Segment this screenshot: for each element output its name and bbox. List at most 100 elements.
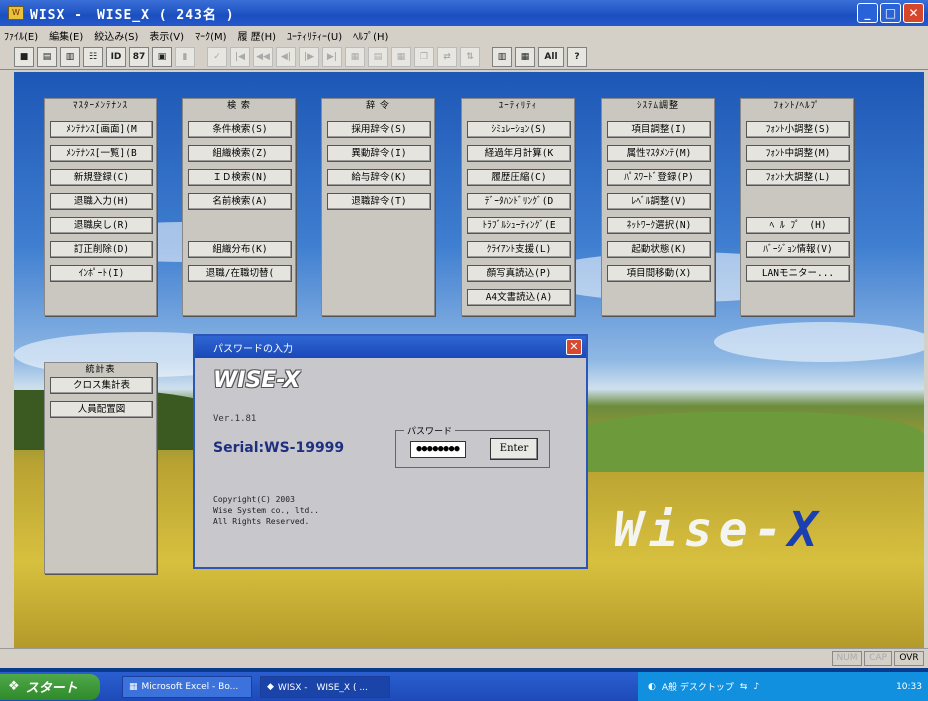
save-icon[interactable]: ▣ [152, 46, 172, 67]
import-button[interactable]: ｲﾝﾎﾟｰﾄ(I) [50, 265, 153, 282]
font-medium-button[interactable]: ﾌｫﾝﾄ中調整(M) [746, 145, 850, 162]
first-record-icon[interactable]: |◀ [230, 46, 250, 67]
maintenance-list-button[interactable]: ﾒﾝﾃﾅﾝｽ[一覧](B [50, 145, 153, 162]
last-record-icon[interactable]: ▶| [322, 46, 342, 67]
data-handling-button[interactable]: ﾃﾞｰﾀﾊﾝﾄﾞﾘﾝｸﾞ(D [467, 193, 571, 210]
taskbar-wisx[interactable]: ◆ WISX - WISE_X ( ... [260, 675, 390, 698]
client-support-button[interactable]: ｸﾗｲｱﾝﾄ支援(L) [467, 241, 571, 258]
item-adjust-button[interactable]: 項目調整(I) [607, 121, 711, 138]
group-title: 辞 令 [362, 101, 394, 111]
menu-history[interactable]: 履 歴(H) [238, 28, 277, 43]
maintenance-screen-button[interactable]: ﾒﾝﾃﾅﾝｽ[画面](M [50, 121, 153, 138]
check-icon[interactable]: ✓ [207, 46, 227, 67]
num-indicator: NUM [832, 651, 862, 666]
version-info-button[interactable]: ﾊﾞｰｼﾞｮﾝ情報(V) [746, 241, 850, 258]
hiring-order-button[interactable]: 採用辞令(S) [327, 121, 431, 138]
grid-icon[interactable]: ▦ [345, 46, 365, 67]
help-menu-button[interactable]: ﾍ ﾙ ﾌﾟ (H) [746, 217, 850, 234]
salary-order-button[interactable]: 給与辞令(K) [327, 169, 431, 186]
dialog-title-bar[interactable]: パスワードの入力 ✕ [195, 336, 586, 358]
wise-x-brand-logo: Wise-X [614, 502, 824, 558]
prev-record-icon[interactable]: ◀| [276, 46, 296, 67]
font-large-button[interactable]: ﾌｫﾝﾄ大調整(L) [746, 169, 850, 186]
help-button[interactable]: ? [567, 46, 587, 67]
menu-view[interactable]: 表示(V) [149, 28, 184, 43]
dialog-logo: WISE-X [213, 368, 301, 393]
taskbar-excel[interactable]: ▦ Microsoft Excel - Bo... [122, 675, 252, 698]
new-registration-button[interactable]: 新規登録(C) [50, 169, 153, 186]
org-distribution-button[interactable]: 組織分布(K) [188, 241, 292, 258]
retirement-entry-button[interactable]: 退職入力(H) [50, 193, 153, 210]
start-button[interactable]: ❖ スタート [0, 673, 100, 700]
tree-icon[interactable]: ☷ [83, 46, 103, 67]
network-icon[interactable]: ⇆ [740, 682, 748, 692]
volume-icon[interactable]: ♪ [753, 682, 759, 692]
transfer-icon[interactable]: ⇄ [437, 46, 457, 67]
menu-file[interactable]: ﾌｧｲﾙ(E) [4, 28, 38, 43]
group-title: ﾏｽﾀｰﾒﾝﾃﾅﾝｽ [68, 101, 132, 111]
form-icon[interactable]: ▤ [368, 46, 388, 67]
ime-icon[interactable]: ◐ [648, 682, 656, 692]
list-icon[interactable]: ▥ [492, 46, 512, 67]
grid-view-icon[interactable]: ▦ [515, 46, 535, 67]
elapsed-calc-button[interactable]: 経過年月計算(K [467, 145, 571, 162]
id-button[interactable]: ID [106, 46, 126, 67]
all-button[interactable]: All [538, 46, 564, 67]
photo-import-button[interactable]: 顔写真読込(P) [467, 265, 571, 282]
folder-icon[interactable]: ▥ [60, 46, 80, 67]
menu-utility[interactable]: ﾕｰﾃｨﾘﾃｨｰ(U) [287, 28, 342, 43]
menu-filter[interactable]: 絞込み(S) [94, 28, 138, 43]
network-select-button[interactable]: ﾈｯﾄﾜｰｸ選択(N) [607, 217, 711, 234]
table-icon[interactable]: ▦ [391, 46, 411, 67]
password-register-button[interactable]: ﾊﾟｽﾜｰﾄﾞ登録(P) [607, 169, 711, 186]
startup-state-button[interactable]: 起動状態(K) [607, 241, 711, 258]
correct-delete-button[interactable]: 訂正削除(D) [50, 241, 153, 258]
title-bar[interactable]: W WISX - WISE_X ( 243名 ) _ □ ✕ [0, 0, 928, 26]
menu-help[interactable]: ﾍﾙﾌﾟ(H) [353, 28, 388, 43]
id-search-button[interactable]: ＩＤ検索(N) [188, 169, 292, 186]
print-icon[interactable]: ▤ [37, 46, 57, 67]
a4-doc-import-button[interactable]: A4文書読込(A) [467, 289, 571, 306]
password-label: パスワード [404, 424, 456, 437]
attribute-master-button[interactable]: 属性ﾏｽﾀﾒﾝﾃ(M) [607, 145, 711, 162]
transfer-order-button[interactable]: 異動辞令(I) [327, 145, 431, 162]
copy-icon[interactable]: ❐ [414, 46, 434, 67]
enter-button[interactable]: Enter [490, 438, 538, 460]
dialog-close-button[interactable]: ✕ [566, 339, 582, 355]
simulation-button[interactable]: ｼﾐｭﾚｰｼｮﾝ(S) [467, 121, 571, 138]
chart-icon[interactable]: ▮ [175, 46, 195, 67]
group-search: 検 索 条件検索(S) 組織検索(Z) ＩＤ検索(N) 名前検索(A) 組織分布… [182, 98, 296, 316]
cross-tab-button[interactable]: クロス集計表 [50, 377, 153, 394]
font-small-button[interactable]: ﾌｫﾝﾄ小調整(S) [746, 121, 850, 138]
number-button[interactable]: 87 [129, 46, 149, 67]
prev-page-icon[interactable]: ◀◀ [253, 46, 273, 67]
clock[interactable]: 10:33 [896, 682, 922, 692]
level-adjust-button[interactable]: ﾚﾍﾞﾙ調整(V) [607, 193, 711, 210]
group-title: 統計表 [81, 365, 120, 375]
lan-monitor-button[interactable]: LANモニター... [746, 265, 850, 282]
sort-icon[interactable]: ⇅ [460, 46, 480, 67]
menu-mark[interactable]: ﾏｰｸ(M) [195, 28, 226, 43]
history-compress-button[interactable]: 履歴圧縮(C) [467, 169, 571, 186]
org-search-button[interactable]: 組織検索(Z) [188, 145, 292, 162]
next-record-icon[interactable]: |▶ [299, 46, 319, 67]
password-dialog: パスワードの入力 ✕ WISE-X Ver.1.81 Serial:WS-199… [193, 334, 588, 569]
retirement-order-button[interactable]: 退職辞令(T) [327, 193, 431, 210]
ime-text[interactable]: A般 デスクトップ [662, 680, 734, 693]
password-input[interactable]: ●●●●●●●● [410, 441, 466, 458]
maximize-button[interactable]: □ [880, 3, 901, 23]
close-button[interactable]: ✕ [903, 3, 924, 23]
group-system-settings: ｼｽﾃﾑ調整 項目調整(I) 属性ﾏｽﾀﾒﾝﾃ(M) ﾊﾟｽﾜｰﾄﾞ登録(P) … [601, 98, 715, 316]
exit-icon[interactable]: ■ [14, 46, 34, 67]
staff-layout-button[interactable]: 人員配置図 [50, 401, 153, 418]
password-group: パスワード ●●●●●●●● Enter [395, 424, 550, 468]
menu-edit[interactable]: 編集(E) [49, 28, 83, 43]
condition-search-button[interactable]: 条件検索(S) [188, 121, 292, 138]
copyright-text: Copyright(C) 2003 Wise System co., ltd..… [213, 495, 319, 526]
retired-toggle-button[interactable]: 退職/在職切替( [188, 265, 292, 282]
name-search-button[interactable]: 名前検索(A) [188, 193, 292, 210]
retirement-undo-button[interactable]: 退職戻し(R) [50, 217, 153, 234]
minimize-button[interactable]: _ [857, 3, 878, 23]
troubleshooting-button[interactable]: ﾄﾗﾌﾞﾙｼｭｰﾃｨﾝｸﾞ(E [467, 217, 571, 234]
item-move-button[interactable]: 項目間移動(X) [607, 265, 711, 282]
